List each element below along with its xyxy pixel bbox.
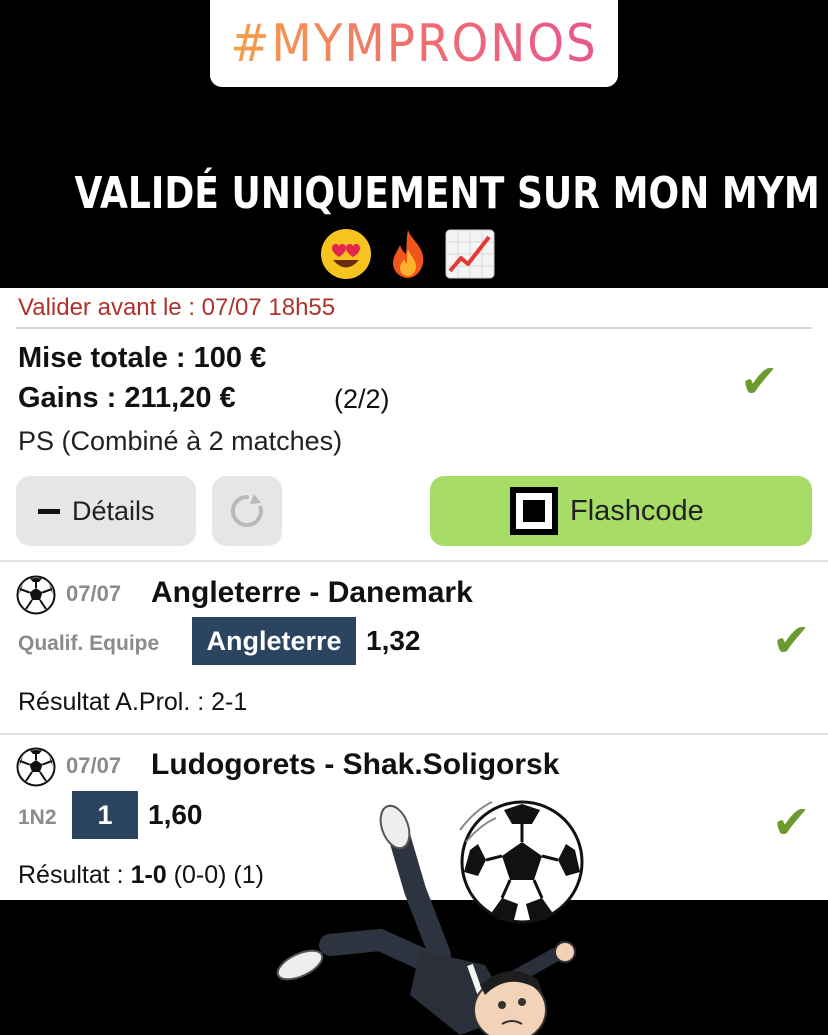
- minus-icon: [38, 508, 60, 514]
- flashcode-button-label: Flashcode: [570, 494, 704, 527]
- chart-increasing-emoji-icon: [442, 226, 498, 282]
- selected-pick: 1: [72, 791, 138, 839]
- soccer-ball-sticker-icon: [460, 800, 584, 924]
- fire-emoji-icon: [380, 226, 436, 282]
- soccer-ball-icon: [16, 747, 56, 787]
- selected-pick: Angleterre: [192, 617, 356, 665]
- refresh-button[interactable]: [212, 476, 282, 546]
- deadline-text: Valider avant le : 07/07 18h55: [18, 294, 336, 321]
- market-label: Qualif. Equipe: [18, 632, 160, 655]
- heart-eyes-emoji-icon: [318, 226, 374, 282]
- details-button-label: Détails: [72, 495, 155, 526]
- story-headline: VALIDÉ UNIQUEMENT SUR MON MYM: [74, 168, 820, 219]
- match-won-check-icon: ✔: [772, 613, 811, 667]
- match-result: Résultat A.Prol. : 2-1: [18, 688, 248, 716]
- flashcode-icon: [510, 487, 558, 535]
- refresh-icon: [230, 494, 263, 527]
- hashtag-banner: #MYMPRONOS: [210, 0, 618, 87]
- bicycle-kick-sticker: [276, 800, 584, 1035]
- match-result: Résultat : 1-0 (0-0) (1): [18, 861, 264, 889]
- match-teams: Angleterre - Danemark: [151, 576, 473, 609]
- market-label: 1N2: [18, 806, 57, 829]
- divider: [16, 327, 812, 329]
- bet-type: PS (Combiné à 2 matches): [18, 426, 343, 456]
- odds-value: 1,32: [366, 625, 421, 656]
- match-teams: Ludogorets - Shak.Soligorsk: [151, 748, 560, 781]
- total-gains: Gains : 211,20 €: [18, 382, 236, 414]
- divider: [0, 560, 828, 562]
- match-date: 07/07: [66, 753, 122, 778]
- details-toggle-button[interactable]: Détails: [16, 476, 196, 546]
- soccer-ball-icon: [16, 575, 56, 615]
- winning-count: (2/2): [334, 384, 390, 414]
- match-won-check-icon: ✔: [772, 795, 811, 849]
- match-row: 07/07 Angleterre - Danemark Qualif. Equi…: [0, 563, 828, 733]
- odds-value: 1,60: [148, 799, 203, 830]
- match-date: 07/07: [66, 581, 122, 606]
- ticket-won-check-icon: ✔: [740, 354, 779, 408]
- flashcode-button[interactable]: Flashcode: [430, 476, 812, 546]
- emoji-row: [318, 222, 498, 286]
- total-stake: Mise totale : 100 €: [18, 342, 267, 374]
- hashtag-text: #MYMPRONOS: [230, 13, 598, 74]
